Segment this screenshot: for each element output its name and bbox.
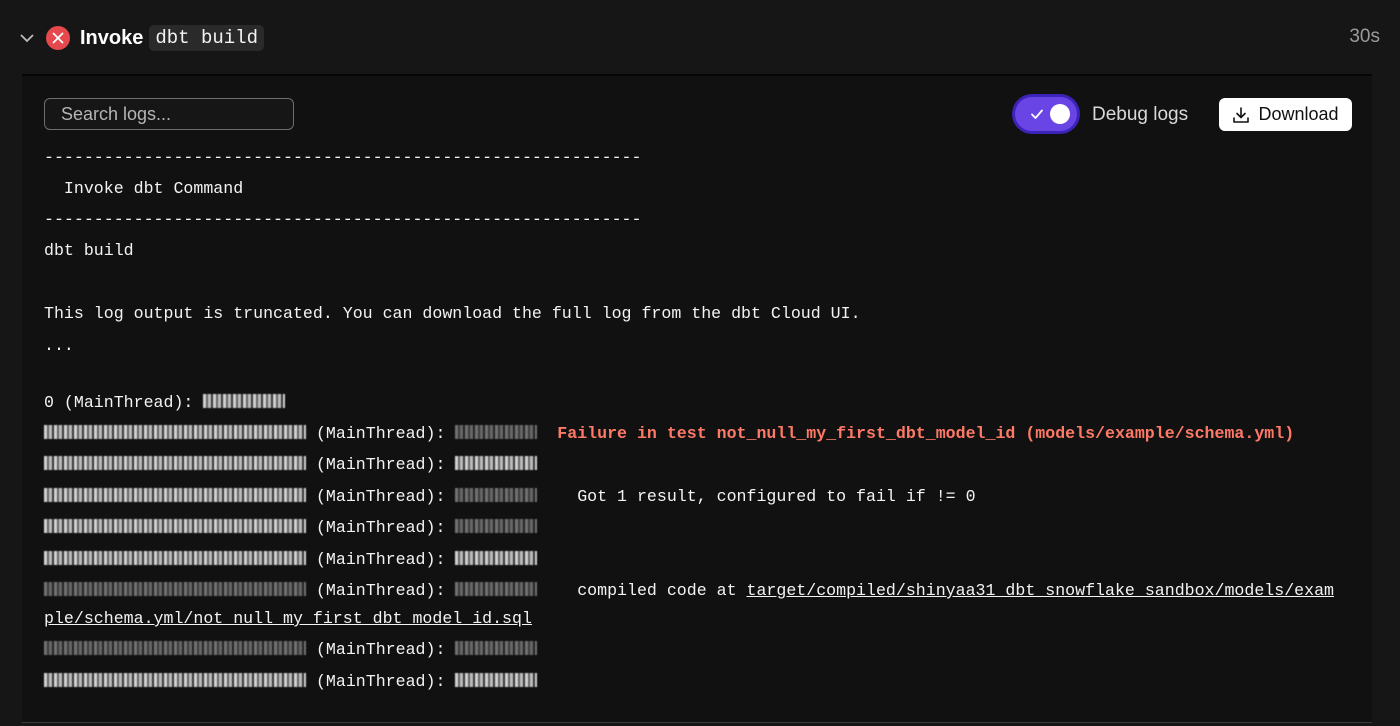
redacted-timestamp: [455, 488, 538, 502]
redacted-timestamp: [455, 425, 538, 439]
log-line: (MainThread):: [44, 516, 538, 540]
result-message: Got 1 result, configured to fail if != 0: [557, 487, 976, 506]
log-truncated-notice: This log output is truncated. You can do…: [44, 304, 861, 323]
log-line-wrap: ple/schema.yml/not_null_my_first_dbt_mod…: [44, 607, 532, 631]
log-line: (MainThread): Got 1 result, configured t…: [44, 485, 976, 509]
redacted-id: [44, 551, 306, 565]
thread-tag: (MainThread):: [306, 672, 456, 691]
thread-tag: (MainThread):: [306, 424, 456, 443]
redacted-timestamp: [455, 641, 538, 655]
log-line: (MainThread): Failure in test not_null_m…: [44, 422, 1294, 446]
log-ellipsis: ...: [44, 336, 74, 355]
download-icon: [1233, 106, 1250, 123]
thread-tag: (MainThread):: [306, 550, 456, 569]
redacted-timestamp: [455, 456, 538, 470]
log-command: dbt build: [44, 241, 134, 260]
redacted-id: [44, 641, 306, 655]
log-line: (MainThread):: [44, 548, 538, 572]
redacted-timestamp: [455, 519, 538, 533]
failure-message: Failure in test not_null_my_first_dbt_mo…: [557, 424, 1295, 443]
thread-tag: (MainThread):: [306, 640, 456, 659]
log-line: (MainThread): compiled code at target/co…: [44, 579, 1334, 603]
download-label: Download: [1258, 104, 1339, 124]
redacted-id: [44, 425, 306, 439]
log-separator: ----------------------------------------…: [44, 210, 642, 229]
compiled-path-link[interactable]: target/compiled/shinyaa31_dbt_snowflake_…: [747, 581, 1335, 600]
redacted-timestamp: [455, 582, 538, 596]
compiled-path-link[interactable]: ple/schema.yml/not_null_my_first_dbt_mod…: [44, 609, 532, 628]
log-line: (MainThread):: [44, 638, 538, 662]
log-line: 0 (MainThread):: [44, 391, 286, 415]
log-separator: ----------------------------------------…: [44, 148, 642, 167]
redacted-id: [44, 519, 306, 533]
thread-tag: (MainThread):: [306, 581, 456, 600]
redacted-timestamp: [455, 551, 538, 565]
job-step-view: Invoke dbt build 30s Debug logs Download…: [0, 0, 1400, 726]
redacted-id: [44, 488, 306, 502]
step-title-prefix: Invoke: [80, 26, 144, 49]
log-line-prefix: 0 (MainThread):: [44, 393, 204, 412]
debug-logs-toggle[interactable]: [1015, 97, 1077, 131]
redacted-id: [44, 456, 306, 470]
log-line: (MainThread):: [44, 453, 538, 477]
step-duration: 30s: [1349, 26, 1380, 47]
redacted-id: [44, 582, 306, 596]
log-banner: Invoke dbt Command: [44, 179, 244, 198]
redacted-timestamp: [455, 673, 538, 687]
log-output: ----------------------------------------…: [44, 146, 1364, 691]
toggle-knob: [1050, 104, 1070, 124]
download-button[interactable]: Download: [1219, 98, 1352, 131]
thread-tag: (MainThread):: [306, 487, 456, 506]
redacted-id: [44, 673, 306, 687]
step-title: Invoke dbt build: [80, 24, 264, 52]
thread-tag: (MainThread):: [306, 455, 456, 474]
search-logs-input[interactable]: [44, 98, 294, 130]
chevron-down-icon[interactable]: [18, 29, 36, 47]
debug-logs-label: Debug logs: [1092, 104, 1189, 125]
error-x-icon: [46, 26, 70, 50]
thread-tag: (MainThread):: [306, 518, 456, 537]
redacted-timestamp: [203, 394, 286, 408]
compiled-prefix: compiled code at: [557, 581, 747, 600]
log-panel: Debug logs Download --------------------…: [22, 74, 1372, 723]
step-command: dbt build: [149, 25, 264, 51]
check-icon: [1031, 109, 1043, 119]
log-line: (MainThread):: [44, 670, 538, 694]
